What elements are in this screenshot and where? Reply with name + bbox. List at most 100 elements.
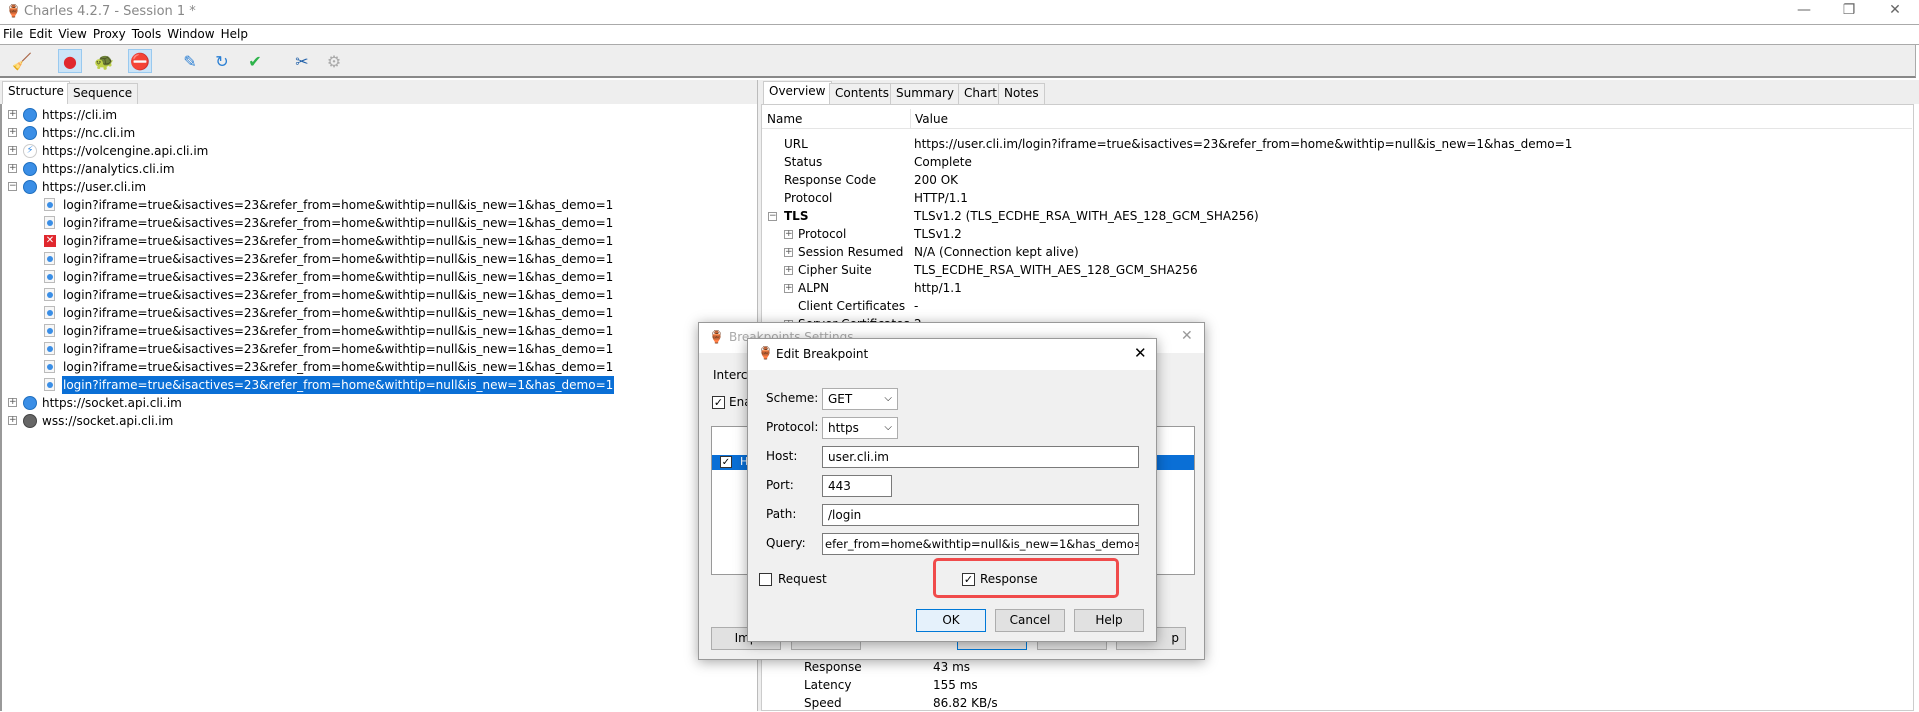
repeat-button[interactable]: ↻ [210, 49, 234, 73]
menu-edit[interactable]: Edit [26, 25, 55, 43]
tree-host[interactable]: + wss://socket.api.cli.im [2, 412, 759, 430]
tree-request[interactable]: login?iframe=true&isactives=23&refer_fro… [2, 250, 759, 268]
expand-icon[interactable]: + [8, 128, 17, 137]
tab-contents[interactable]: Contents [829, 83, 895, 104]
menu-file[interactable]: File [0, 25, 26, 43]
overview-name: Latency [804, 678, 852, 692]
settings-gear-icon: ⚙ [326, 51, 342, 71]
tree-host[interactable]: + https://analytics.cli.im [2, 160, 759, 178]
tree-request[interactable]: login?iframe=true&isactives=23&refer_fro… [2, 358, 759, 376]
overview-name: Response Code [784, 173, 877, 187]
tab-structure[interactable]: Structure [2, 81, 70, 104]
name-column-header[interactable]: Name [767, 110, 802, 128]
query-label: Query: [766, 536, 806, 550]
enable-checkbox[interactable]: ✓ [712, 396, 725, 409]
expand-icon[interactable]: + [784, 284, 793, 293]
breakpoint-stop-button[interactable]: ⛔ [128, 49, 152, 73]
tree-request[interactable]: login?iframe=true&isactives=23&refer_fro… [2, 268, 759, 286]
overview-value: https://user.cli.im/login?iframe=true&is… [914, 137, 1573, 151]
request-label: login?iframe=true&isactives=23&refer_fro… [62, 376, 615, 394]
expand-icon[interactable]: + [784, 266, 793, 275]
query-input[interactable]: efer_from=home&withtip=null&is_new=1&has… [822, 533, 1139, 555]
expand-icon[interactable]: + [784, 248, 793, 257]
protocol-select[interactable]: https ⌵ [822, 417, 898, 439]
tab-chart[interactable]: Chart [958, 83, 1003, 104]
collapse-icon[interactable]: − [768, 212, 777, 221]
close-icon[interactable]: ✕ [1181, 328, 1193, 344]
tab-sequence[interactable]: Sequence [67, 83, 139, 104]
request-label: login?iframe=true&isactives=23&refer_fro… [63, 198, 614, 212]
request-label: login?iframe=true&isactives=23&refer_fro… [63, 234, 614, 248]
overview-value: TLSv1.2 [914, 227, 962, 241]
tree-request[interactable]: login?iframe=true&isactives=23&refer_fro… [2, 304, 759, 322]
scheme-select[interactable]: GET ⌵ [822, 388, 898, 410]
close-button[interactable]: ✕ [1875, 2, 1915, 22]
tree-request[interactable]: ✕ login?iframe=true&isactives=23&refer_fr… [2, 232, 759, 250]
overview-value: TLS_ECDHE_RSA_WITH_AES_128_GCM_SHA256 [914, 263, 1198, 277]
tree-host[interactable]: + https://cli.im [2, 106, 759, 124]
overview-name: Cipher Suite [798, 263, 872, 277]
host-input[interactable]: user.cli.im [822, 446, 1139, 468]
help-button[interactable]: Help [1074, 609, 1144, 632]
minimize-button[interactable]: — [1784, 2, 1824, 22]
tree-host[interactable]: + https://nc.cli.im [2, 124, 759, 142]
menu-help[interactable]: Help [218, 25, 251, 43]
host-label: https://cli.im [42, 108, 118, 122]
expand-icon[interactable]: + [784, 230, 793, 239]
tree-request[interactable]: login?iframe=true&isactives=23&refer_fro… [2, 196, 759, 214]
value-column-header[interactable]: Value [915, 110, 948, 128]
broom-button[interactable]: 🧹 [10, 49, 34, 73]
request-label: login?iframe=true&isactives=23&refer_fro… [63, 252, 614, 266]
tree-request[interactable]: login?iframe=true&isactives=23&refer_fro… [2, 214, 759, 232]
overview-value: 43 ms [933, 660, 971, 674]
expand-icon[interactable]: + [8, 146, 17, 155]
tab-summary[interactable]: Summary [890, 83, 960, 104]
collapse-icon[interactable]: − [8, 182, 17, 191]
validate-check-icon: ✔ [248, 51, 262, 71]
close-icon[interactable]: ✕ [1134, 344, 1147, 362]
overview-name: ALPN [798, 281, 830, 295]
tree-request[interactable]: login?iframe=true&isactives=23&refer_fro… [2, 286, 759, 304]
request-doc-icon [44, 270, 55, 283]
tab-notes[interactable]: Notes [998, 83, 1045, 104]
menu-window[interactable]: Window [164, 25, 217, 43]
throttle-turtle-button[interactable]: 🐢 [92, 49, 116, 73]
response-checkbox[interactable]: ✓ [962, 573, 975, 586]
expand-icon[interactable]: + [8, 398, 17, 407]
expand-icon[interactable]: + [8, 416, 17, 425]
menu-view[interactable]: View [55, 25, 89, 43]
tab-overview[interactable]: Overview [763, 81, 832, 104]
tree-request[interactable]: login?iframe=true&isactives=23&refer_fro… [2, 340, 759, 358]
chevron-down-icon: ⌵ [884, 393, 892, 404]
tree-host[interactable]: + ⚡ https://volcengine.api.cli.im [2, 142, 759, 160]
host-label: https://user.cli.im [42, 180, 147, 194]
row-enabled-checkbox[interactable]: ✓ [720, 456, 732, 468]
column-divider[interactable] [910, 109, 911, 129]
settings-gear-button[interactable]: ⚙ [322, 49, 346, 73]
record-button[interactable]: ● [58, 49, 82, 73]
cancel-button[interactable]: Cancel [995, 609, 1065, 632]
overview-value: TLSv1.2 (TLS_ECDHE_RSA_WITH_AES_128_GCM_… [914, 209, 1259, 223]
expand-icon[interactable]: + [8, 110, 17, 119]
request-checkbox[interactable] [759, 573, 772, 586]
tree-host[interactable]: − https://user.cli.im [2, 178, 759, 196]
tree-request[interactable]: login?iframe=true&isactives=23&refer_fro… [2, 376, 759, 394]
request-doc-icon [44, 216, 55, 229]
globe-icon [23, 108, 37, 122]
compose-pen-button[interactable]: ✎ [178, 49, 202, 73]
restore-button[interactable]: ❐ [1829, 2, 1869, 22]
ok-button[interactable]: OK [916, 609, 986, 632]
request-doc-icon [44, 360, 55, 373]
tree-request[interactable]: login?iframe=true&isactives=23&refer_fro… [2, 322, 759, 340]
expand-icon[interactable]: + [8, 164, 17, 173]
menu-tools[interactable]: Tools [129, 25, 165, 43]
port-input[interactable]: 443 [822, 475, 892, 497]
path-input[interactable]: /login [822, 504, 1139, 526]
host-label: Host: [766, 449, 798, 463]
menu-proxy[interactable]: Proxy [90, 25, 129, 43]
validate-check-button[interactable]: ✔ [243, 49, 267, 73]
tools-button[interactable]: ✂ [290, 49, 314, 73]
tree-host[interactable]: + https://socket.api.cli.im [2, 394, 759, 412]
edit-breakpoint-dialog: 🏺 Edit Breakpoint ✕ Scheme: GET ⌵ Protoco… [747, 338, 1157, 642]
overview-header: Name Value [762, 109, 1912, 129]
